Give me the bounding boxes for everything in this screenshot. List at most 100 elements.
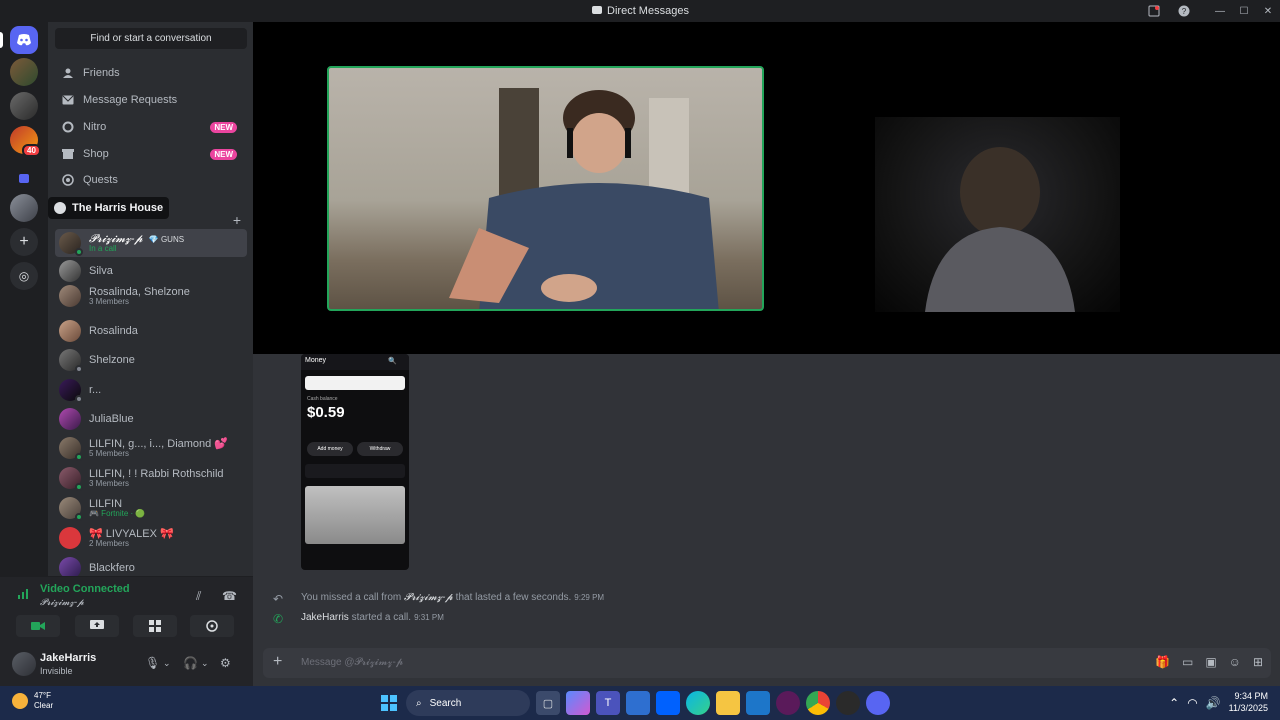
dm-item[interactable]: r... (55, 376, 247, 404)
server-avatar-1[interactable] (10, 58, 38, 86)
voice-status[interactable]: Video Connected (40, 583, 130, 595)
disconnect-icon[interactable]: ☎ (222, 589, 237, 603)
dm-item[interactable]: Rosalinda (55, 317, 247, 345)
weather-widget[interactable]: 47°F Clear (12, 691, 53, 710)
microphone-icon[interactable]: 🎙 (145, 656, 160, 670)
quests-icon (61, 173, 75, 187)
clock[interactable]: 9:34 PM 11/3/2025 (1229, 691, 1268, 714)
store-icon[interactable] (626, 691, 650, 715)
avatar[interactable] (12, 652, 36, 676)
discover-button[interactable]: ◎ (10, 262, 38, 290)
shop-icon (61, 147, 75, 161)
compass-icon: ◎ (18, 269, 30, 283)
chevron-up-icon[interactable]: ⌃ (1169, 696, 1179, 710)
headphones-icon[interactable]: 🎧 (183, 656, 198, 670)
dm-sidebar: Find or start a conversation Friends Mes… (48, 22, 253, 576)
svg-text:?: ? (1182, 7, 1187, 16)
taskbar: 47°F Clear ⌕ Search ▢ T ⌃ ◠ 🔊 9:34 PM 11… (0, 686, 1280, 720)
username[interactable]: JakeHarris (40, 652, 96, 664)
dm-icon (591, 5, 603, 18)
server-avatar-2[interactable] (10, 92, 38, 120)
server-the-harris-house[interactable] (10, 194, 38, 222)
dm-item[interactable]: Shelzone (55, 346, 247, 374)
minimize-icon[interactable]: — (1208, 0, 1232, 22)
dm-item[interactable]: 🎀 LIVYALEX 🎀 2 Members (55, 524, 247, 552)
dm-item[interactable]: Blackfero (55, 554, 247, 576)
video-feed-image (925, 147, 1075, 312)
system-tray: ⌃ ◠ 🔊 9:34 PM 11/3/2025 (1169, 691, 1268, 714)
dm-item[interactable]: LILFIN, g..., i..., Diamond 💕 5 Members (55, 434, 247, 462)
camera-button[interactable] (16, 615, 60, 637)
apps-icon[interactable]: ⊞ (1253, 655, 1263, 669)
search-input[interactable]: Find or start a conversation (55, 28, 247, 49)
user-status: Invisible (40, 666, 73, 676)
message-composer[interactable]: + Message @𝓟𝓻𝓲𝔃𝓲𝓶𝔃-𝓹 🎁 ▭ ▣ ☺ ⊞ (263, 648, 1271, 678)
task-view-icon[interactable]: ▢ (536, 691, 560, 715)
activities-icon (149, 620, 161, 632)
avatar (59, 320, 81, 342)
home-button[interactable] (10, 26, 38, 54)
nav-quests[interactable]: Quests (55, 168, 247, 192)
avatar (59, 408, 81, 430)
wifi-icon[interactable]: ◠ (1187, 696, 1197, 710)
friends-icon (61, 66, 75, 80)
start-button[interactable] (378, 692, 400, 714)
nav-shop[interactable]: Shop NEW (55, 142, 247, 166)
dm-item[interactable]: LILFIN 🎮 Fortnite · 🟢 (55, 494, 247, 522)
taskbar-search[interactable]: ⌕ Search (406, 690, 530, 716)
video-tile-speaking[interactable] (327, 66, 764, 311)
dm-item[interactable]: LILFIN, ! ! Rabbi Rothschild 3 Members (55, 464, 247, 492)
chevron-down-icon[interactable]: ⌄ (201, 658, 209, 669)
discord-taskbar-icon[interactable] (866, 691, 890, 715)
nav-friends[interactable]: Friends (55, 61, 247, 85)
message-input[interactable]: Message @𝓟𝓻𝓲𝔃𝓲𝓶𝔃-𝓹 (301, 657, 403, 668)
sticker-icon[interactable]: ▣ (1205, 655, 1216, 669)
camera-icon (31, 622, 45, 630)
soundboard-button[interactable] (190, 615, 234, 637)
help-icon[interactable]: ? (1176, 3, 1192, 19)
gift-icon[interactable]: 🎁 (1155, 655, 1170, 669)
gif-icon[interactable]: ▭ (1182, 655, 1193, 669)
new-badge: NEW (210, 121, 237, 133)
avatar (59, 527, 81, 549)
dropbox-icon[interactable] (656, 691, 680, 715)
avatar (59, 285, 81, 307)
image-attachment[interactable]: Money 🔍 Cash balance $0.59 Add money Wit… (301, 354, 409, 570)
maximize-icon[interactable]: ☐ (1232, 0, 1256, 22)
volume-icon[interactable]: 🔊 (1206, 696, 1221, 710)
folder-icon[interactable] (10, 164, 38, 192)
video-tile-participant[interactable] (875, 117, 1120, 312)
create-dm-icon[interactable]: + (233, 212, 241, 228)
settings-gear-icon[interactable]: ⚙ (220, 656, 231, 670)
inbox-icon[interactable] (1146, 3, 1162, 19)
dm-item[interactable]: 𝓟𝓻𝓲𝔃𝓲𝓶𝔃-𝓹 💎 GUNS In a call (55, 229, 247, 257)
copilot-icon[interactable] (566, 691, 590, 715)
add-server-button[interactable]: + (10, 228, 38, 256)
dm-item[interactable]: Silva (55, 257, 247, 285)
chrome-icon[interactable] (806, 691, 830, 715)
screen-share-button[interactable] (75, 615, 119, 637)
app-icon[interactable] (776, 691, 800, 715)
nav-nitro[interactable]: Nitro NEW (55, 115, 247, 139)
avatar (59, 557, 81, 576)
emoji-icon[interactable]: ☺ (1229, 655, 1241, 669)
file-explorer-icon[interactable] (716, 691, 740, 715)
dm-item[interactable]: Rosalinda, Shelzone 3 Members (55, 282, 247, 310)
nav-message-requests[interactable]: Message Requests (55, 88, 247, 112)
chevron-down-icon[interactable]: ⌄ (163, 658, 171, 669)
missed-call-icon: ↶ (273, 592, 284, 606)
voice-channel[interactable]: 𝓟𝓻𝓲𝔃𝓲𝓶𝔃-𝓹 (40, 597, 84, 608)
system-message: You missed a call from 𝓟𝓻𝓲𝔃𝓲𝓶𝔃-𝓹 that la… (301, 592, 605, 603)
guild-tag: 💎 GUNS (148, 234, 185, 244)
teams-icon[interactable]: T (596, 691, 620, 715)
noise-suppression-icon[interactable]: ⫽ (196, 589, 201, 604)
activities-button[interactable] (133, 615, 177, 637)
app-icon[interactable] (836, 691, 860, 715)
dm-item[interactable]: JuliaBlue (55, 405, 247, 433)
soundboard-icon (206, 620, 218, 632)
edge-icon[interactable] (686, 691, 710, 715)
close-icon[interactable]: ✕ (1256, 0, 1280, 22)
mail-icon[interactable] (746, 691, 770, 715)
add-attachment-icon[interactable]: + (273, 653, 282, 671)
server-icon (54, 202, 66, 214)
